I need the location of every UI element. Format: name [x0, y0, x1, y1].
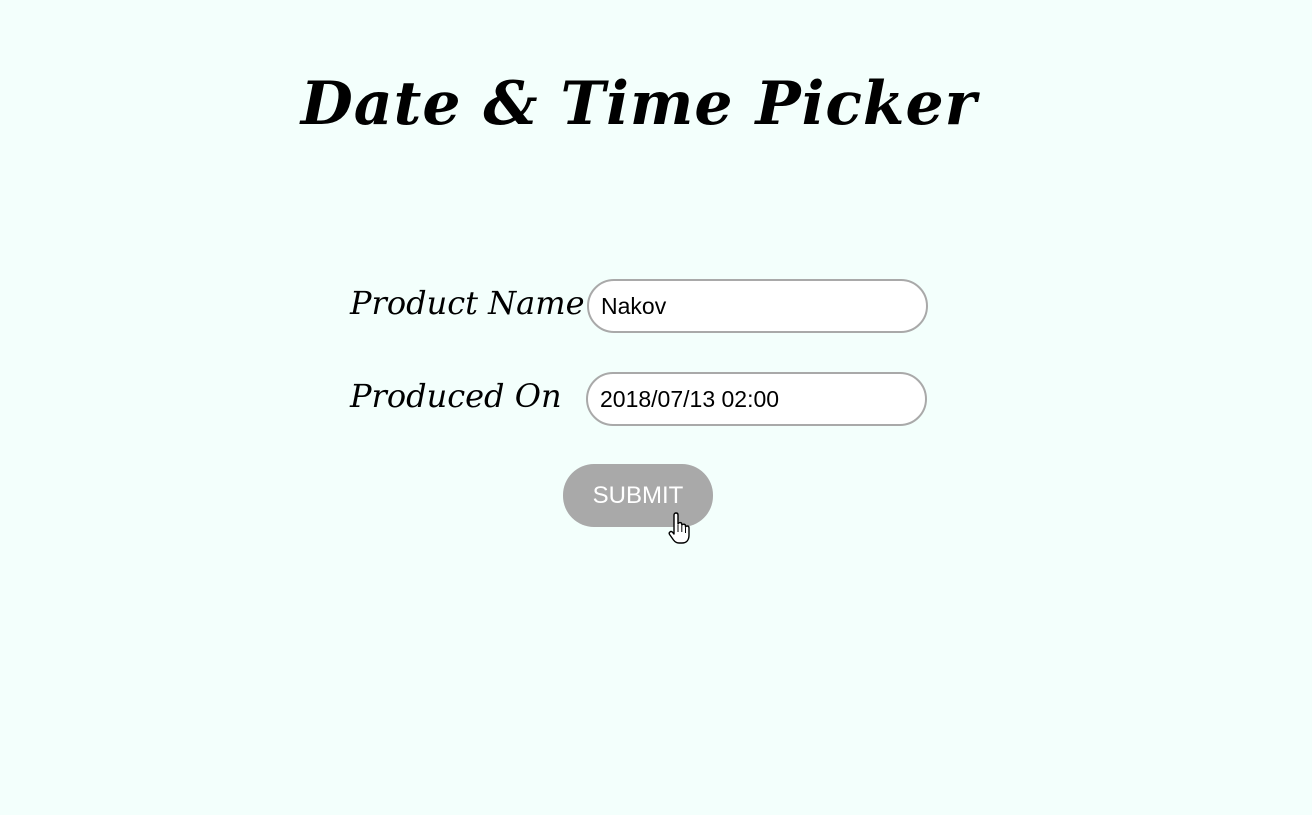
submit-button[interactable]: SUBMIT — [563, 464, 713, 527]
produced-on-input[interactable] — [586, 372, 927, 426]
product-name-label: Product Name — [350, 284, 585, 322]
produced-on-label: Produced On — [350, 377, 562, 415]
product-name-input[interactable] — [587, 279, 928, 333]
page-title: Date & Time Picker — [300, 69, 978, 139]
